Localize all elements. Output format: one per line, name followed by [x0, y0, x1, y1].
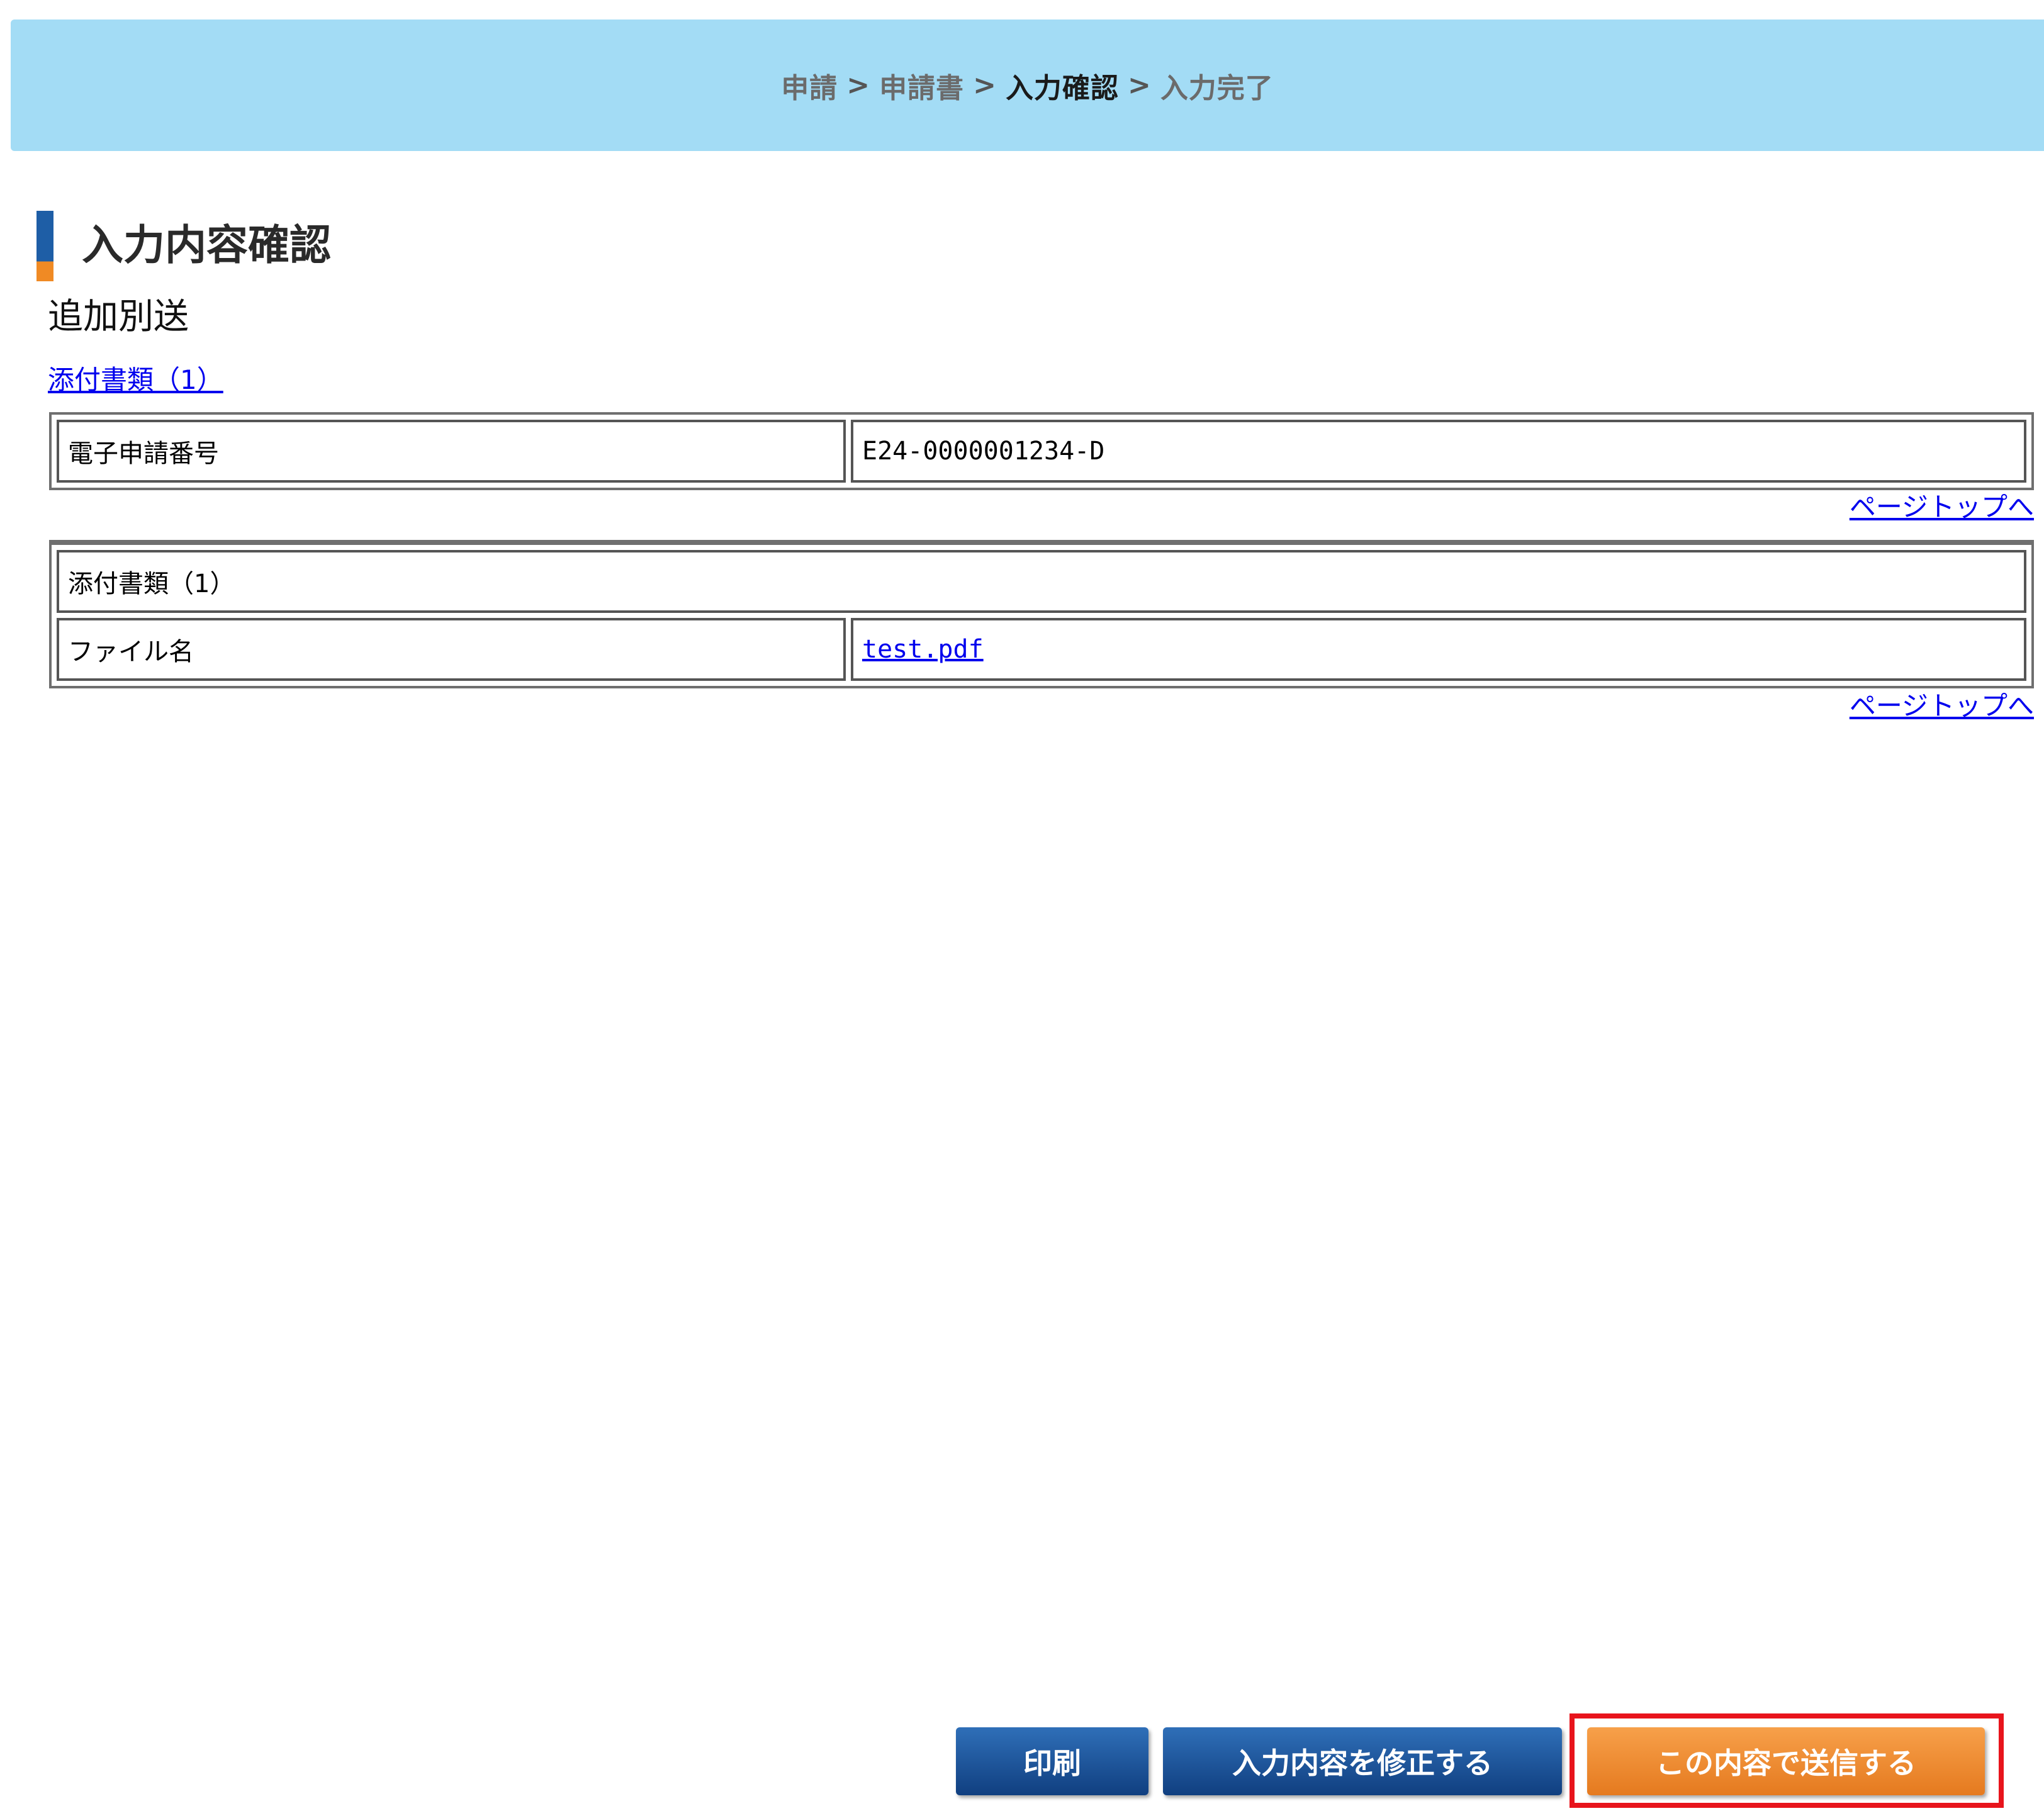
page-subtitle: 追加別送 — [48, 296, 189, 337]
attachments-anchor-link[interactable]: 添付書類（1） — [48, 359, 223, 397]
breadcrumb-item-input-confirmation: 入力確認 — [1005, 72, 1119, 104]
file-download-link[interactable]: test.pdf — [862, 635, 984, 664]
table-row: ファイル名 test.pdf — [57, 618, 2026, 681]
breadcrumb-separator: > — [846, 69, 871, 101]
send-button[interactable]: この内容で送信する — [1587, 1727, 1985, 1795]
print-button[interactable]: 印刷 — [956, 1727, 1148, 1795]
breadcrumb-item-input-complete: 入力完了 — [1160, 72, 1274, 104]
breadcrumb-item-application: 申請 — [781, 72, 838, 104]
application-number-value: E24-0000001234-D — [851, 420, 2026, 483]
breadcrumb-separator: > — [973, 69, 997, 101]
application-number-label: 電子申請番号 — [57, 420, 846, 483]
application-number-table: 電子申請番号 E24-0000001234-D — [49, 412, 2034, 490]
edit-input-button[interactable]: 入力内容を修正する — [1163, 1727, 1562, 1795]
table-row: 添付書類（1） — [57, 550, 2026, 613]
attachments-section-title: 添付書類（1） — [57, 550, 2026, 613]
file-name-cell: test.pdf — [851, 618, 2026, 681]
page-title: 入力内容確認 — [82, 221, 331, 269]
file-name-label: ファイル名 — [57, 618, 846, 681]
breadcrumb-item-application-form: 申請書 — [879, 72, 965, 104]
attachments-table: 添付書類（1） ファイル名 test.pdf — [49, 540, 2034, 688]
breadcrumb-separator: > — [1127, 69, 1152, 101]
page-top-link[interactable]: ページトップへ — [1850, 685, 2034, 723]
table-row: 電子申請番号 E24-0000001234-D — [57, 420, 2026, 483]
page-top-link[interactable]: ページトップへ — [1850, 486, 2034, 524]
heading-accent-bar — [36, 211, 53, 281]
breadcrumb: 申請 > 申請書 > 入力確認 > 入力完了 — [11, 20, 2044, 151]
